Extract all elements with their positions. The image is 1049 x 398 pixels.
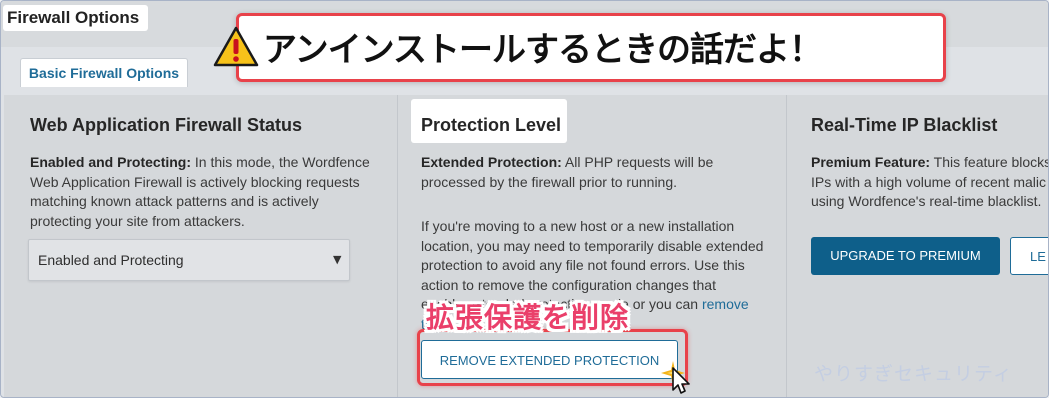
chevron-down-icon: ▼ <box>333 253 342 266</box>
warning-icon <box>213 26 259 67</box>
protection-level-title: Protection Level <box>421 115 562 135</box>
protection-level-description: Extended Protection: All PHP requests wi… <box>421 154 714 190</box>
waf-status-title: Web Application Firewall Status <box>30 115 303 135</box>
remove-link[interactable]: remove <box>702 296 749 312</box>
upgrade-to-premium-button[interactable]: UPGRADE TO PREMIUM <box>811 237 1000 275</box>
remove-annotation-label: 拡張保護を削除 <box>426 301 630 334</box>
waf-status-description: Enabled and Protecting: In this mode, th… <box>30 154 370 229</box>
column-divider <box>397 95 398 397</box>
blacklist-description: Premium Feature: This feature blocks IPs… <box>811 154 1049 209</box>
remove-extended-protection-button[interactable]: REMOVE EXTENDED PROTECTION <box>421 340 678 379</box>
headline-annotation: アンインストールするときの話だよ！ <box>263 30 823 70</box>
column-divider <box>786 95 787 397</box>
screenshot: Firewall Options Basic Firewall Options … <box>0 0 1049 398</box>
waf-status-select[interactable]: Enabled and Protecting ▼ <box>28 239 350 281</box>
cursor-icon <box>672 367 690 394</box>
watermark: やりすぎセキュリティ <box>814 363 1013 385</box>
learn-more-button[interactable]: LE <box>1010 237 1048 275</box>
tab-basic-firewall-options[interactable]: Basic Firewall Options <box>20 58 188 87</box>
page-title: Firewall Options <box>3 5 148 31</box>
waf-status-select-value: Enabled and Protecting <box>38 252 184 268</box>
blacklist-title: Real-Time IP Blacklist <box>811 115 998 135</box>
